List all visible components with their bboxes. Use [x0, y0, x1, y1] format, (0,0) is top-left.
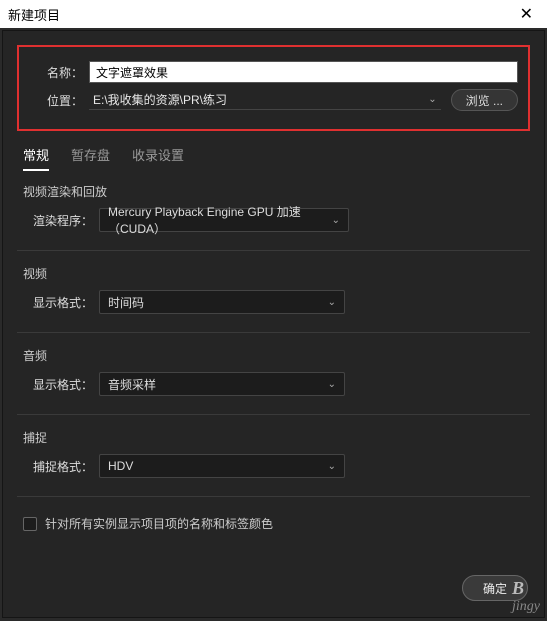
divider: [17, 496, 530, 497]
chevron-down-icon: ⌄: [422, 94, 436, 105]
audio-format-value: 音频采样: [108, 376, 156, 393]
divider: [17, 332, 530, 333]
section-title-video: 视频: [23, 265, 524, 282]
name-label: 名称：: [29, 64, 83, 81]
divider: [17, 250, 530, 251]
chevron-down-icon: ⌄: [322, 297, 336, 308]
dialog-title: 新建项目: [8, 5, 60, 24]
renderer-value: Mercury Playback Engine GPU 加速（CUDA）: [108, 203, 326, 237]
close-icon[interactable]: ✕: [514, 4, 539, 24]
capture-format-select[interactable]: HDV ⌄: [99, 454, 345, 478]
location-label: 位置：: [29, 92, 83, 109]
ok-button[interactable]: 确定: [462, 575, 528, 601]
capture-format-label: 捕捉格式：: [23, 458, 93, 475]
section-audio: 音频 显示格式： 音频采样 ⌄: [23, 347, 524, 396]
project-name-input[interactable]: [89, 61, 518, 83]
audio-format-select[interactable]: 音频采样 ⌄: [99, 372, 345, 396]
renderer-select[interactable]: Mercury Playback Engine GPU 加速（CUDA） ⌄: [99, 208, 349, 232]
section-video: 视频 显示格式： 时间码 ⌄: [23, 265, 524, 314]
show-labels-checkbox[interactable]: [23, 517, 37, 531]
section-title-capture: 捕捉: [23, 429, 524, 446]
section-title-audio: 音频: [23, 347, 524, 364]
section-title-render: 视频渲染和回放: [23, 183, 524, 200]
chevron-down-icon: ⌄: [322, 461, 336, 472]
section-capture: 捕捉 捕捉格式： HDV ⌄: [23, 429, 524, 478]
tab-bar: 常规 暂存盘 收录设置: [17, 141, 530, 171]
location-dropdown[interactable]: E:\我收集的资源\PR\练习 ⌄: [89, 90, 441, 110]
location-value: E:\我收集的资源\PR\练习: [93, 91, 227, 108]
tab-general[interactable]: 常规: [23, 145, 49, 171]
chevron-down-icon: ⌄: [322, 379, 336, 390]
browse-button[interactable]: 浏览 ...: [451, 89, 518, 111]
highlight-annotation: 名称： 位置： E:\我收集的资源\PR\练习 ⌄ 浏览 ...: [17, 45, 530, 131]
video-format-value: 时间码: [108, 294, 144, 311]
divider: [17, 414, 530, 415]
renderer-label: 渲染程序：: [23, 212, 93, 229]
chevron-down-icon: ⌄: [326, 215, 340, 226]
show-labels-label: 针对所有实例显示项目项的名称和标签颜色: [45, 515, 273, 532]
video-format-label: 显示格式：: [23, 294, 93, 311]
video-format-select[interactable]: 时间码 ⌄: [99, 290, 345, 314]
audio-format-label: 显示格式：: [23, 376, 93, 393]
capture-format-value: HDV: [108, 459, 133, 473]
tab-ingest-settings[interactable]: 收录设置: [132, 145, 184, 171]
section-video-render: 视频渲染和回放 渲染程序： Mercury Playback Engine GP…: [23, 183, 524, 232]
tab-scratch-disks[interactable]: 暂存盘: [71, 145, 110, 171]
